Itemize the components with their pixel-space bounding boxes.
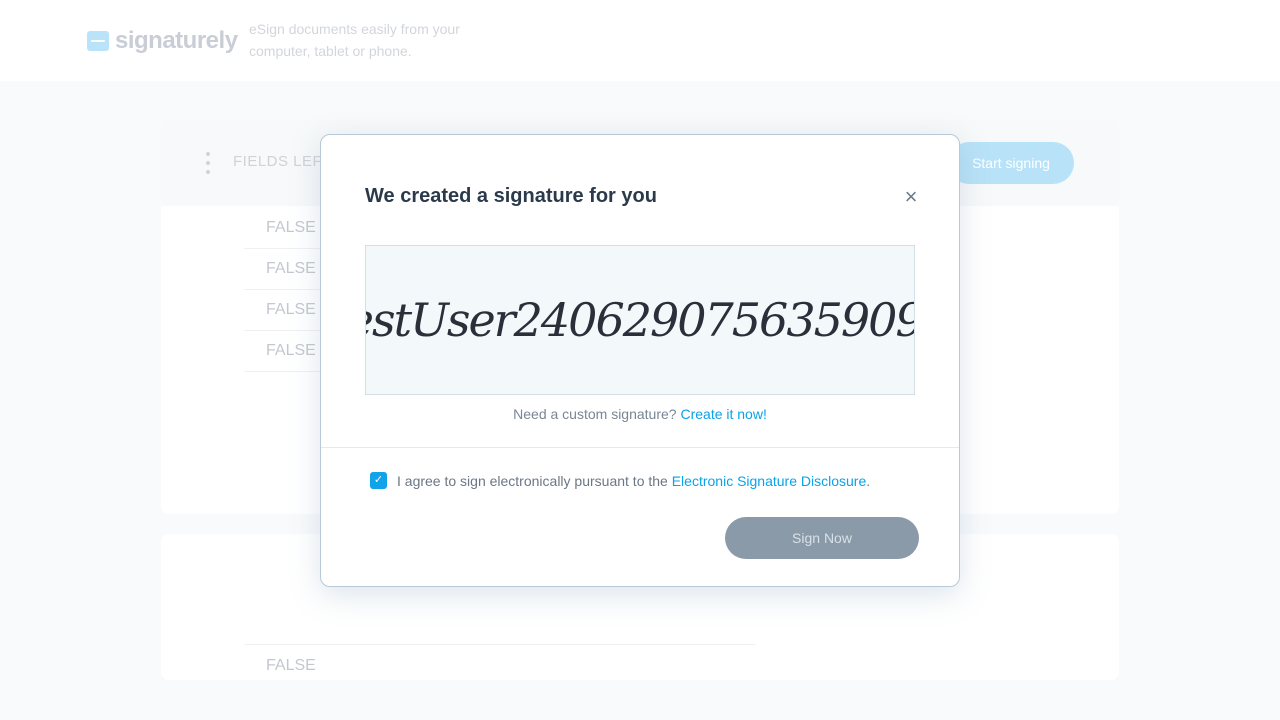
disclosure-link[interactable]: Electronic Signature Disclosure [672, 473, 867, 489]
create-signature-link[interactable]: Create it now! [680, 406, 766, 422]
modal-divider [321, 447, 959, 448]
document-field-row[interactable]: FALSE [244, 644, 756, 686]
signature-text: TestUser240629075635909O [366, 293, 914, 347]
agree-period: . [866, 472, 871, 489]
start-signing-button[interactable]: Start signing [948, 142, 1074, 184]
custom-signature-prompt: Need a custom signature? Create it now! [321, 406, 959, 422]
custom-signature-text: Need a custom signature? [513, 406, 677, 422]
signature-preview: TestUser240629075635909O [365, 245, 915, 395]
kebab-menu-icon[interactable] [205, 152, 211, 174]
signaturely-logo[interactable]: signaturely [87, 27, 238, 55]
signature-modal: We created a signature for you × TestUse… [320, 134, 960, 587]
close-icon[interactable]: × [901, 186, 921, 208]
modal-title: We created a signature for you [365, 185, 657, 207]
agree-text: I agree to sign electronically pursuant … [397, 472, 668, 489]
agree-checkbox[interactable]: ✓ [370, 472, 387, 489]
app-header: signaturely eSign documents easily from … [0, 0, 1280, 81]
fields-left-label: FIELDS LEF [233, 153, 323, 170]
header-tagline: eSign documents easily from your compute… [249, 21, 460, 59]
agree-row: ✓ I agree to sign electronically pursuan… [370, 472, 870, 489]
logo-icon [87, 31, 109, 51]
logo-text: signaturely [115, 27, 238, 54]
sign-now-button[interactable]: Sign Now [725, 517, 919, 559]
